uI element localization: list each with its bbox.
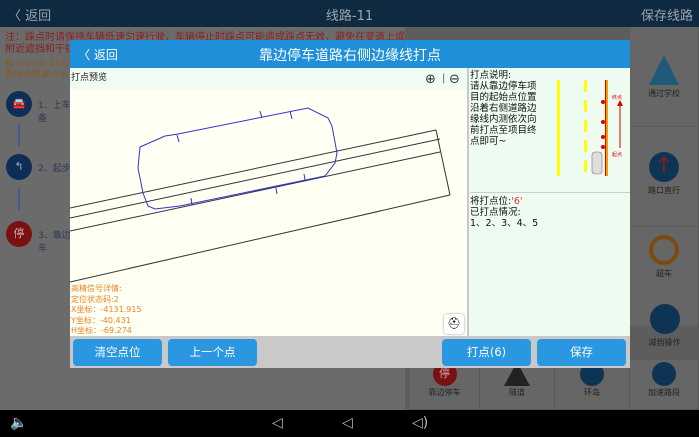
tile-label: 环岛 [584,388,600,397]
end-label: 终点 [612,94,622,101]
tile-straight[interactable]: ↑ 路口直行 [630,127,699,227]
start-icon: ↰ [6,154,32,180]
previous-point-button[interactable]: 上一个点 [168,339,257,366]
gnss-h: H坐标：-69.274 [71,326,132,335]
marking-dialog: 〈 返回 靠边停车道路右侧边缘线打点 打点预览 ⊕ | ⊖ 高精信号详情: 定位… [70,40,630,368]
accelerate-icon [652,362,676,386]
back-nav-icon[interactable]: ◁ [342,415,353,431]
gnss-title: 高精信号详情: [71,284,122,293]
save-button[interactable]: 保存 [537,339,626,366]
done-points: 1、2、3、4、5 [470,218,539,229]
dialog-header: 〈 返回 靠边停车道路右侧边缘线打点 [70,40,630,68]
clear-points-button[interactable]: 清空点位 [73,339,162,366]
road-line [70,138,441,219]
car-icon [591,151,603,175]
track-tick [176,134,180,143]
tile-label: 超车 [656,269,672,278]
track-tick [289,110,293,120]
arrow-down-icon [18,188,20,210]
school-icon [649,55,679,85]
tile-accelerate[interactable]: 加速路段 [630,360,699,410]
instruction-text: 打点说明: 请从靠边停车项目的起始点位置沿着右侧道路边缘线内测依次向前打点至项目… [470,70,537,147]
save-route-button[interactable]: 保存线路 [641,5,693,24]
tile-label: 路口直行 [648,186,680,195]
overtake-icon [649,235,679,265]
page-title: 线路-11 [325,9,374,24]
volume-icon[interactable]: 🔈 [10,415,27,431]
next-point-value: '6' [511,196,523,207]
dialog-title: 靠边停车道路右侧边缘线打点 [259,48,441,64]
gnss-details: 高精信号详情: 定位状态码:2 X坐标：-4131.915 Y坐标：-40.43… [71,284,142,337]
volume-down-icon[interactable]: ◁ [272,415,283,431]
marking-status: 将打点位:'6' 已打点情况: 1、2、3、4、5 [470,192,630,229]
volume-up-icon[interactable]: ◁) [412,415,428,431]
track-polygon [137,107,338,210]
road-line [70,129,437,209]
distance: 距踩点距离:0米 [5,70,68,80]
lane-line [557,80,560,176]
gear-icon [649,304,680,334]
road-diagram: 终点 起点 [557,80,623,176]
tile-label: 隧道 [509,388,525,397]
preview-canvas[interactable]: 打点预览 ⊕ | ⊖ 高精信号详情: 定位状态码:2 X坐标：-4131.915… [70,68,467,336]
gnss-status: 定位状态码:2 [71,294,119,304]
latitude: 有 Lat:30.31829 [5,59,77,69]
tile-label: 靠边停车 [428,388,461,397]
tile-downshift[interactable]: 减档操作 [630,297,699,360]
tile-label: 通过学校 [648,89,680,98]
next-point-label: 将打点位: [470,196,512,207]
track-tick [275,187,278,195]
road-line [435,129,451,196]
tile-label: 减档操作 [648,338,681,347]
system-nav-bar: 🔈 ◁ ◁ ◁) [0,410,699,437]
straight-arrow-icon: ↑ [649,152,679,182]
instruction-panel: 打点说明: 请从靠边停车项目的起始点位置沿着右侧道路边缘线内测依次向前打点至项目… [469,68,630,336]
tile-label: 加速路段 [648,388,680,397]
road-line [70,194,451,283]
start-label: 起点 [612,152,622,158]
top-bar: 〈 返回 线路-11 保存线路 [0,0,699,27]
mark-point-button[interactable]: 打点(6) [442,339,531,366]
stop-icon: 停 [6,221,32,247]
tile-school[interactable]: 通过学校 [630,27,699,127]
arrow-down-icon [18,124,20,146]
road-line [70,151,441,232]
step-label: 2、起步 [38,164,71,174]
position-info: 有 Lat:30.31829 距踩点距离:0米 [5,59,77,81]
gnss-x: X坐标：-4131.915 [71,305,142,314]
track-tick [303,173,306,181]
done-label: 已打点情况: [470,207,521,218]
car-icon: 🚘 [6,91,32,117]
gnss-y: Y坐标：-40.431 [71,315,131,325]
locate-vehicle-button[interactable]: ⛑ [444,314,464,334]
